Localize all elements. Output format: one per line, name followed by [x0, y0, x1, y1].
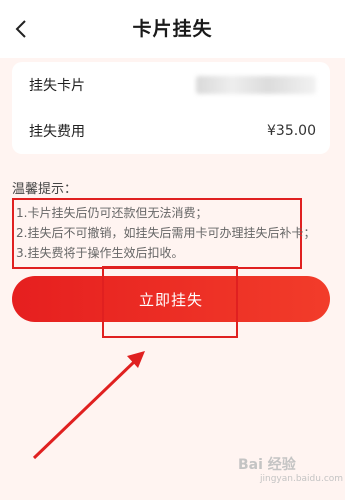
header: 卡片挂失 [0, 0, 345, 58]
watermark: Bai 经验 jingyan.baidu.com [238, 454, 343, 490]
tips-highlight-box: 1.卡片挂失后仍可还款但无法消费； 2.挂失后不可撤销，如挂失后需用卡可办理挂失… [12, 198, 315, 269]
tips-title: 温馨提示： [12, 182, 78, 197]
tip-item: 2.挂失后不可撤销，如挂失后需用卡可办理挂失后补卡； [16, 226, 316, 240]
fee-label: 挂失费用 [29, 124, 85, 140]
tip-item: 3.挂失费将于操作生效后扣收。 [16, 246, 184, 260]
report-loss-button[interactable]: 立即挂失 [12, 276, 330, 322]
fee-row: 挂失费用 ¥35.00 [12, 108, 330, 154]
tip-item: 1.卡片挂失后仍可还款但无法消费； [16, 206, 208, 220]
card-info-panel: 挂失卡片 挂失费用 ¥35.00 [12, 62, 330, 154]
watermark-site: jingyan.baidu.com [260, 474, 344, 484]
watermark-brand: Bai 经验 [238, 457, 296, 473]
card-row: 挂失卡片 [12, 62, 330, 108]
fee-value: ¥35.00 [267, 123, 316, 139]
card-label: 挂失卡片 [29, 78, 85, 94]
page-title: 卡片挂失 [132, 18, 213, 40]
masked-card-number [196, 76, 316, 94]
